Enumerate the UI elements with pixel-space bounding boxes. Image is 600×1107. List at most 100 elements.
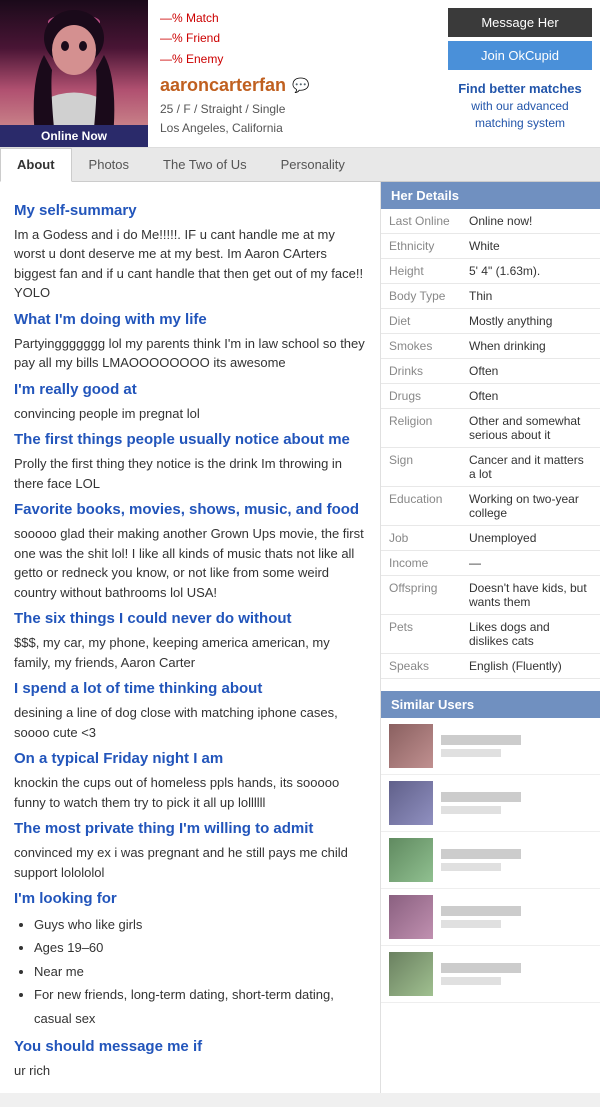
detail-value: Unemployed bbox=[461, 525, 600, 550]
similar-user-item-5[interactable] bbox=[381, 946, 600, 1003]
detail-row-sign: Sign Cancer and it matters a lot bbox=[381, 447, 600, 486]
thinking-about-text: desining a line of dog close with matchi… bbox=[14, 703, 366, 742]
similar-user-thumb-3 bbox=[389, 838, 433, 882]
similar-user-name-3 bbox=[441, 849, 521, 859]
detail-label: Diet bbox=[381, 308, 461, 333]
similar-user-thumb-4 bbox=[389, 895, 433, 939]
detail-value: Working on two-year college bbox=[461, 486, 600, 525]
message-her-button[interactable]: Message Her bbox=[448, 8, 592, 37]
similar-user-thumb-5 bbox=[389, 952, 433, 996]
detail-row-education: Education Working on two-year college bbox=[381, 486, 600, 525]
favorites-text: sooooo glad their making another Grown U… bbox=[14, 524, 366, 602]
first-notice-text: Prolly the first thing they notice is th… bbox=[14, 454, 366, 493]
similar-user-name-1 bbox=[441, 735, 521, 745]
detail-row-job: Job Unemployed bbox=[381, 525, 600, 550]
detail-row-religion: Religion Other and somewhat serious abou… bbox=[381, 408, 600, 447]
message-if-text: ur rich bbox=[14, 1061, 366, 1081]
location: Los Angeles, California bbox=[160, 119, 428, 138]
looking-for-list: Guys who like girls Ages 19–60 Near me F… bbox=[14, 913, 366, 1030]
detail-row-offspring: Offspring Doesn't have kids, but wants t… bbox=[381, 575, 600, 614]
detail-row-speaks: Speaks English (Fluently) bbox=[381, 653, 600, 678]
looking-for-title: I'm looking for bbox=[14, 890, 366, 907]
similar-user-item-2[interactable] bbox=[381, 775, 600, 832]
detail-label: Sign bbox=[381, 447, 461, 486]
detail-value pets-text: Likes dogs and dislikes cats bbox=[461, 614, 600, 653]
tab-about[interactable]: About bbox=[0, 148, 72, 182]
detail-value: Doesn't have kids, but wants them bbox=[461, 575, 600, 614]
detail-label: Height bbox=[381, 258, 461, 283]
looking-item-1: Guys who like girls bbox=[34, 913, 366, 936]
find-better-promo: Find better matches with our advanced ma… bbox=[448, 80, 592, 132]
private-thing-title: The most private thing I'm willing to ad… bbox=[14, 820, 366, 837]
username[interactable]: aaroncarterfan bbox=[160, 75, 286, 96]
section-six-things: The six things I could never do without … bbox=[14, 610, 366, 672]
friday-night-text: knockin the cups out of homeless ppls ha… bbox=[14, 773, 366, 812]
similar-user-info-1 bbox=[441, 735, 592, 757]
username-row: aaroncarterfan 💬 bbox=[160, 75, 428, 96]
six-things-title: The six things I could never do without bbox=[14, 610, 366, 627]
details-table: Last Online Online now! Ethnicity White … bbox=[381, 209, 600, 679]
similar-user-thumb-1 bbox=[389, 724, 433, 768]
detail-label: Pets bbox=[381, 614, 461, 653]
nav-tabs: About Photos The Two of Us Personality bbox=[0, 148, 600, 182]
detail-value: Thin bbox=[461, 283, 600, 308]
detail-label: Last Online bbox=[381, 209, 461, 234]
detail-row-ethnicity: Ethnicity White bbox=[381, 233, 600, 258]
match-info: —% Match —% Friend —% Enemy bbox=[160, 8, 428, 69]
enemy-percent: —% Enemy bbox=[160, 49, 428, 69]
favorites-title: Favorite books, movies, shows, music, an… bbox=[14, 501, 366, 518]
similar-user-item-1[interactable] bbox=[381, 718, 600, 775]
looking-item-3: Near me bbox=[34, 960, 366, 983]
detail-row-body-type: Body Type Thin bbox=[381, 283, 600, 308]
section-favorites: Favorite books, movies, shows, music, an… bbox=[14, 501, 366, 602]
section-looking-for: I'm looking for Guys who like girls Ages… bbox=[14, 890, 366, 1030]
section-private-thing: The most private thing I'm willing to ad… bbox=[14, 820, 366, 882]
looking-item-2: Ages 19–60 bbox=[34, 936, 366, 959]
similar-user-info-4 bbox=[441, 906, 592, 928]
find-better-title: Find better matches bbox=[448, 80, 592, 98]
detail-value: Online now! bbox=[461, 209, 600, 234]
detail-label: Offspring bbox=[381, 575, 461, 614]
detail-value: When drinking bbox=[461, 333, 600, 358]
similar-user-sub-5 bbox=[441, 977, 501, 985]
header-right: Message Her Join OkCupid Find better mat… bbox=[440, 0, 600, 147]
detail-row-diet: Diet Mostly anything bbox=[381, 308, 600, 333]
section-friday-night: On a typical Friday night I am knockin t… bbox=[14, 750, 366, 812]
detail-row-smokes: Smokes When drinking bbox=[381, 333, 600, 358]
detail-value: English (Fluently) bbox=[461, 653, 600, 678]
tab-two-of-us[interactable]: The Two of Us bbox=[146, 148, 264, 181]
detail-value: Cancer and it matters a lot bbox=[461, 447, 600, 486]
similar-user-sub-3 bbox=[441, 863, 501, 871]
join-okcupid-button[interactable]: Join OkCupid bbox=[448, 41, 592, 70]
detail-label: Body Type bbox=[381, 283, 461, 308]
section-thinking-about: I spend a lot of time thinking about des… bbox=[14, 680, 366, 742]
chat-icon[interactable]: 💬 bbox=[292, 77, 309, 94]
detail-label: Job bbox=[381, 525, 461, 550]
left-column: My self-summary Im a Godess and i do Me!… bbox=[0, 182, 380, 1093]
friday-night-title: On a typical Friday night I am bbox=[14, 750, 366, 767]
good-at-text: convincing people im pregnat lol bbox=[14, 404, 366, 424]
detail-value: 5' 4" (1.63m). bbox=[461, 258, 600, 283]
detail-row-drugs: Drugs Often bbox=[381, 383, 600, 408]
detail-label: Income bbox=[381, 550, 461, 575]
friend-percent: —% Friend bbox=[160, 28, 428, 48]
tab-personality[interactable]: Personality bbox=[264, 148, 362, 181]
detail-label: Religion bbox=[381, 408, 461, 447]
similar-user-item-4[interactable] bbox=[381, 889, 600, 946]
right-column: Her Details Last Online Online now! Ethn… bbox=[380, 182, 600, 1093]
header-middle: —% Match —% Friend —% Enemy aaroncarterf… bbox=[148, 0, 440, 147]
match-percent: —% Match bbox=[160, 8, 428, 28]
similar-user-name-2 bbox=[441, 792, 521, 802]
detail-value: Often bbox=[461, 383, 600, 408]
similar-user-info-2 bbox=[441, 792, 592, 814]
doing-with-life-text: Partyinggggggg lol my parents think I'm … bbox=[14, 334, 366, 373]
detail-label: Ethnicity bbox=[381, 233, 461, 258]
doing-with-life-title: What I'm doing with my life bbox=[14, 311, 366, 328]
profile-photo bbox=[0, 0, 148, 138]
private-thing-text: convinced my ex i was pregnant and he st… bbox=[14, 843, 366, 882]
detail-label: Smokes bbox=[381, 333, 461, 358]
similar-user-item-3[interactable] bbox=[381, 832, 600, 889]
message-if-title: You should message me if bbox=[14, 1038, 366, 1055]
find-better-sub: with our advanced matching system bbox=[471, 99, 568, 130]
tab-photos[interactable]: Photos bbox=[72, 148, 146, 181]
